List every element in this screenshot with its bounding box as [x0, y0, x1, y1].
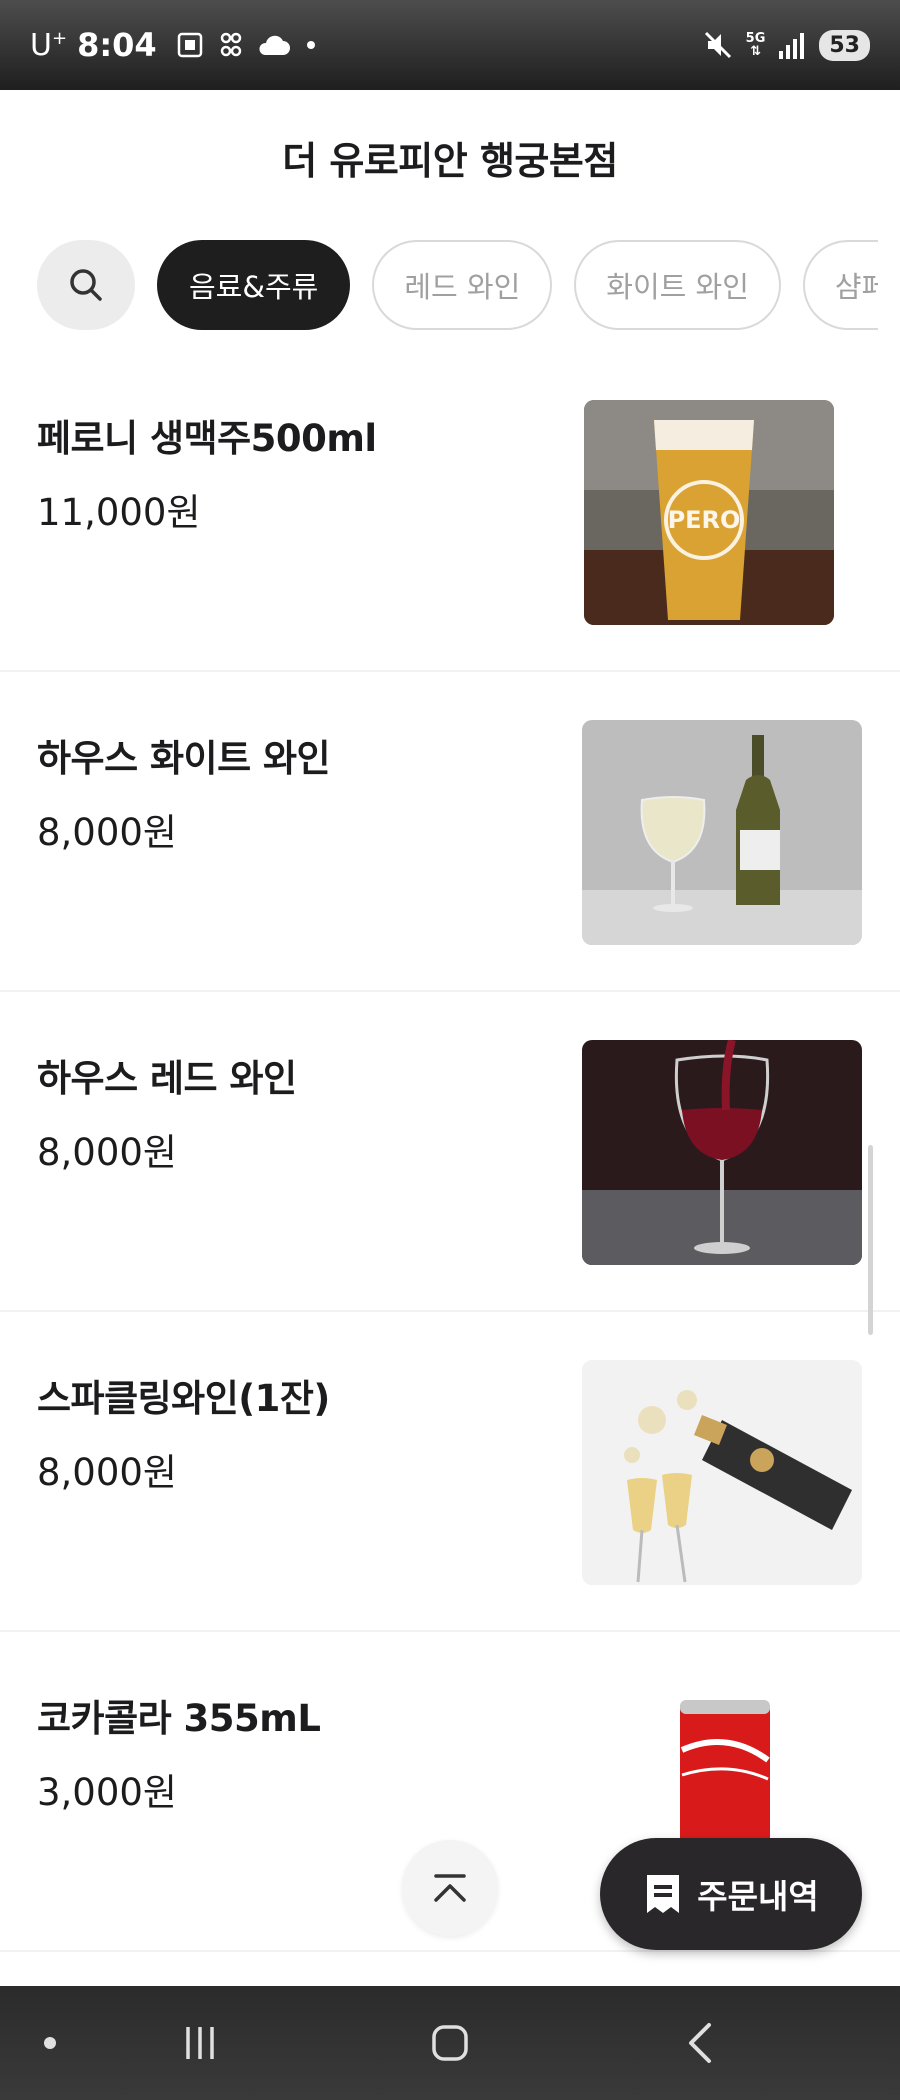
- menu-item-image: [582, 1040, 862, 1265]
- menu-item-name: 하우스 화이트 와인: [37, 737, 331, 780]
- menu-item-house-white-wine[interactable]: 하우스 화이트 와인 8,000원: [0, 672, 900, 992]
- dot-icon: [306, 41, 315, 49]
- status-bar: U+ 8:04 5G ⇅ 53: [0, 0, 900, 90]
- carrier-label: U+: [30, 27, 68, 63]
- scroll-to-top-button[interactable]: [402, 1840, 498, 1936]
- nav-recents-button[interactable]: [160, 1986, 240, 2100]
- chevron-up-icon: [434, 1874, 466, 1902]
- tab-red-wine[interactable]: 레드 와인: [372, 240, 553, 330]
- screenshot-icon: [177, 32, 202, 58]
- menu-item-image: [582, 720, 862, 945]
- network-badge: 5G ⇅: [745, 31, 766, 59]
- search-button[interactable]: [37, 240, 135, 330]
- store-title: 더 유로피안 행궁본점: [282, 139, 618, 183]
- menu-item-price: 8,000원: [37, 1131, 177, 1174]
- beer-glass-icon: PERO: [584, 400, 834, 625]
- menu-item-price: 11,000원: [37, 491, 201, 534]
- menu-item-name: 페로니 생맥주500ml: [37, 417, 377, 460]
- menu-item-price: 3,000원: [37, 1771, 177, 1814]
- scrollbar[interactable]: [868, 1145, 873, 1335]
- nav-home-button[interactable]: [410, 1986, 490, 2100]
- battery-indicator: 53: [819, 29, 870, 61]
- menu-item-price: 8,000원: [37, 811, 177, 854]
- menu-item-peroni[interactable]: 페로니 생맥주500ml 11,000원 PERO: [0, 352, 900, 672]
- category-tabs: 음료&주류 레드 와인 화이트 와인 샴페인: [0, 238, 878, 332]
- menu-item-name: 하우스 레드 와인: [37, 1057, 297, 1100]
- tab-beverages[interactable]: 음료&주류: [157, 240, 351, 330]
- order-history-button[interactable]: 주문내역: [600, 1838, 862, 1950]
- search-icon: [70, 269, 102, 301]
- menu-item-sparkling-wine[interactable]: 스파클링와인(1잔) 8,000원: [0, 1312, 900, 1632]
- nav-back-button[interactable]: [660, 1986, 740, 2100]
- link-icon: [220, 32, 241, 57]
- mute-icon: [704, 31, 731, 59]
- menu-item-image: [582, 1360, 862, 1585]
- signal-icon: [779, 33, 805, 59]
- order-history-label: 주문내역: [697, 1877, 819, 1916]
- back-icon: [689, 2023, 711, 2063]
- tab-white-wine[interactable]: 화이트 와인: [574, 240, 781, 330]
- tab-champagne[interactable]: 샴페인: [802, 240, 878, 330]
- nav-dot-button[interactable]: [20, 1986, 80, 2100]
- dot-icon: [44, 2037, 56, 2049]
- receipt-icon: [647, 1875, 680, 1913]
- menu-item-name: 스파클링와인(1잔): [37, 1377, 330, 1420]
- menu-item-name: 코카콜라 355mL: [37, 1697, 321, 1740]
- menu-item-price: 8,000원: [37, 1451, 177, 1494]
- clock: 8:04: [77, 26, 157, 64]
- sparkling-wine-icon: [582, 1360, 862, 1585]
- menu-item-image: PERO: [584, 400, 834, 625]
- red-wine-icon: [582, 1040, 862, 1265]
- cloud-icon: [259, 35, 290, 55]
- svg-text:PERO: PERO: [668, 506, 741, 534]
- menu-list: 페로니 생맥주500ml 11,000원 PERO 하우스 화이트 와인 8,0…: [0, 352, 900, 1952]
- menu-item-house-red-wine[interactable]: 하우스 레드 와인 8,000원: [0, 992, 900, 1312]
- system-nav-bar: [0, 1986, 900, 2100]
- white-wine-icon: [582, 720, 862, 945]
- recents-icon: [186, 2027, 214, 2059]
- home-icon: [432, 2025, 468, 2061]
